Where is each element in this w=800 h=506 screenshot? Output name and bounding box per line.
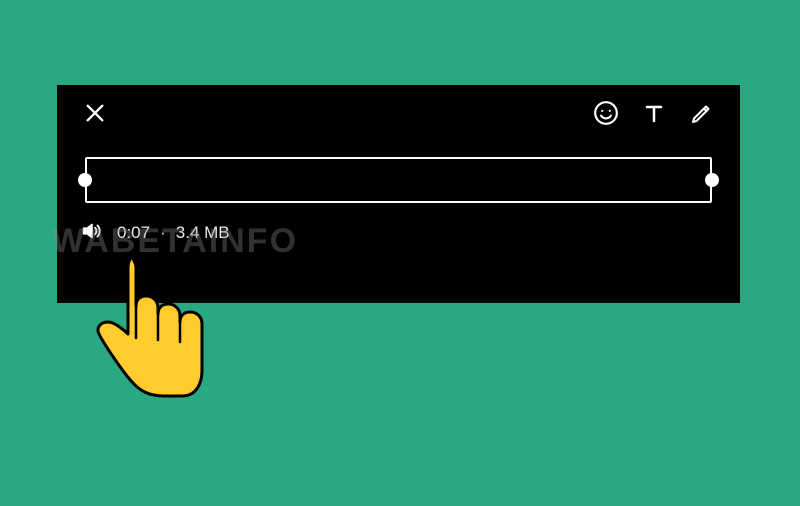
emoji-icon xyxy=(593,100,619,131)
mute-toggle-button[interactable] xyxy=(79,221,103,245)
media-duration: 0:07 xyxy=(117,223,150,243)
text-tool-button[interactable] xyxy=(638,99,670,131)
close-button[interactable] xyxy=(79,99,111,131)
trim-selection-box xyxy=(85,157,712,203)
emoji-button[interactable] xyxy=(590,99,622,131)
speaker-icon xyxy=(80,220,102,247)
video-trim-bar[interactable] xyxy=(85,157,712,203)
media-meta-row: 0:07 · 3.4 MB xyxy=(57,203,740,245)
trim-handle-start[interactable] xyxy=(78,173,92,187)
separator-dot: · xyxy=(160,223,166,243)
media-editor-panel: 0:07 · 3.4 MB xyxy=(57,85,740,303)
editor-toolbar xyxy=(57,85,740,141)
pencil-icon xyxy=(690,101,714,130)
media-info-text: 0:07 · 3.4 MB xyxy=(117,223,230,243)
close-icon xyxy=(84,102,106,129)
text-icon xyxy=(642,101,666,130)
draw-tool-button[interactable] xyxy=(686,99,718,131)
trim-handle-end[interactable] xyxy=(705,173,719,187)
media-size: 3.4 MB xyxy=(176,223,230,243)
